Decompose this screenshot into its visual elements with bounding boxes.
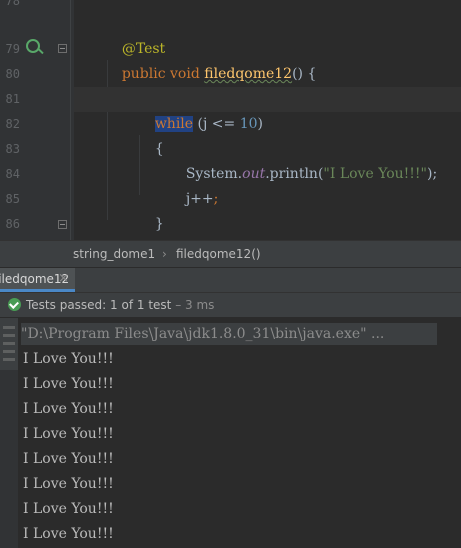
code-line-79[interactable]: public void filedqome12() { [74, 37, 461, 82]
code-line-80[interactable]: int j = 1; [74, 62, 461, 107]
fold-icon[interactable] [58, 44, 67, 53]
line-number: 81 [5, 92, 20, 106]
line-number: 80 [5, 67, 20, 81]
test-status-text: Tests passed: 1 of 1 test – 3 ms [26, 298, 214, 312]
editor-gutter: 78 79 80 81 82 83 84 85 86 [0, 0, 74, 240]
line-number: 84 [5, 167, 20, 181]
console-output-line: I Love You!!! [23, 426, 114, 442]
code-line-78[interactable]: @Test [74, 12, 461, 57]
console-command-line[interactable]: "D:\Program Files\Java\jdk1.8.0_31\bin\j… [21, 323, 437, 345]
console-output-line: I Love You!!! [23, 376, 114, 392]
console-output-line: I Love You!!! [23, 526, 114, 542]
console-output-line: I Love You!!! [23, 501, 114, 517]
line-number: 83 [5, 142, 20, 156]
close-icon[interactable]: × [58, 271, 69, 286]
line-number: 78 [5, 0, 20, 8]
console-toolbar-icon[interactable] [0, 318, 18, 370]
console-output-line: I Love You!!! [23, 401, 114, 417]
line-number: 79 [5, 42, 20, 56]
status-duration: – 3 ms [171, 298, 215, 312]
console-output-line: I Love You!!! [23, 351, 114, 367]
fold-gutter-line [70, 0, 71, 240]
code-editor[interactable]: 78 79 80 81 82 83 84 85 86 @Test public … [0, 0, 461, 240]
line-number: 82 [5, 117, 20, 131]
fold-icon[interactable] [58, 220, 67, 229]
breadcrumb-method[interactable]: filedqome12() [176, 247, 261, 261]
code-line-84[interactable]: j++; [74, 162, 461, 207]
console-output[interactable]: "D:\Program Files\Java\jdk1.8.0_31\bin\j… [0, 318, 461, 548]
check-icon [8, 298, 21, 311]
line-number: 86 [5, 217, 20, 231]
console-output-line: I Love You!!! [23, 451, 114, 467]
code-line-82[interactable]: { [74, 112, 461, 157]
run-tab-bar: filedqome12 × [0, 267, 461, 292]
status-suffix: of 1 test [117, 298, 172, 312]
code-line-81[interactable]: while (j <= 10) [74, 87, 461, 132]
tab-run-configuration[interactable]: filedqome12 × [0, 268, 75, 292]
code-line-85[interactable]: } [74, 187, 461, 232]
run-test-icon[interactable] [26, 39, 40, 53]
code-line-86[interactable]: } [74, 212, 461, 237]
console-output-line: I Love You!!! [23, 476, 114, 492]
breadcrumb-class[interactable]: string_dome1 [73, 247, 155, 261]
breadcrumb-separator-icon: › [162, 247, 167, 261]
status-prefix: Tests passed: [26, 298, 111, 312]
breadcrumb: string_dome1 › filedqome12() [0, 240, 461, 267]
line-number: 85 [5, 192, 20, 206]
code-line-83[interactable]: System.out.println("I Love You!!!"); [74, 137, 461, 182]
status-count: 1 [110, 298, 118, 312]
test-status-bar: Tests passed: 1 of 1 test – 3 ms [0, 292, 461, 318]
